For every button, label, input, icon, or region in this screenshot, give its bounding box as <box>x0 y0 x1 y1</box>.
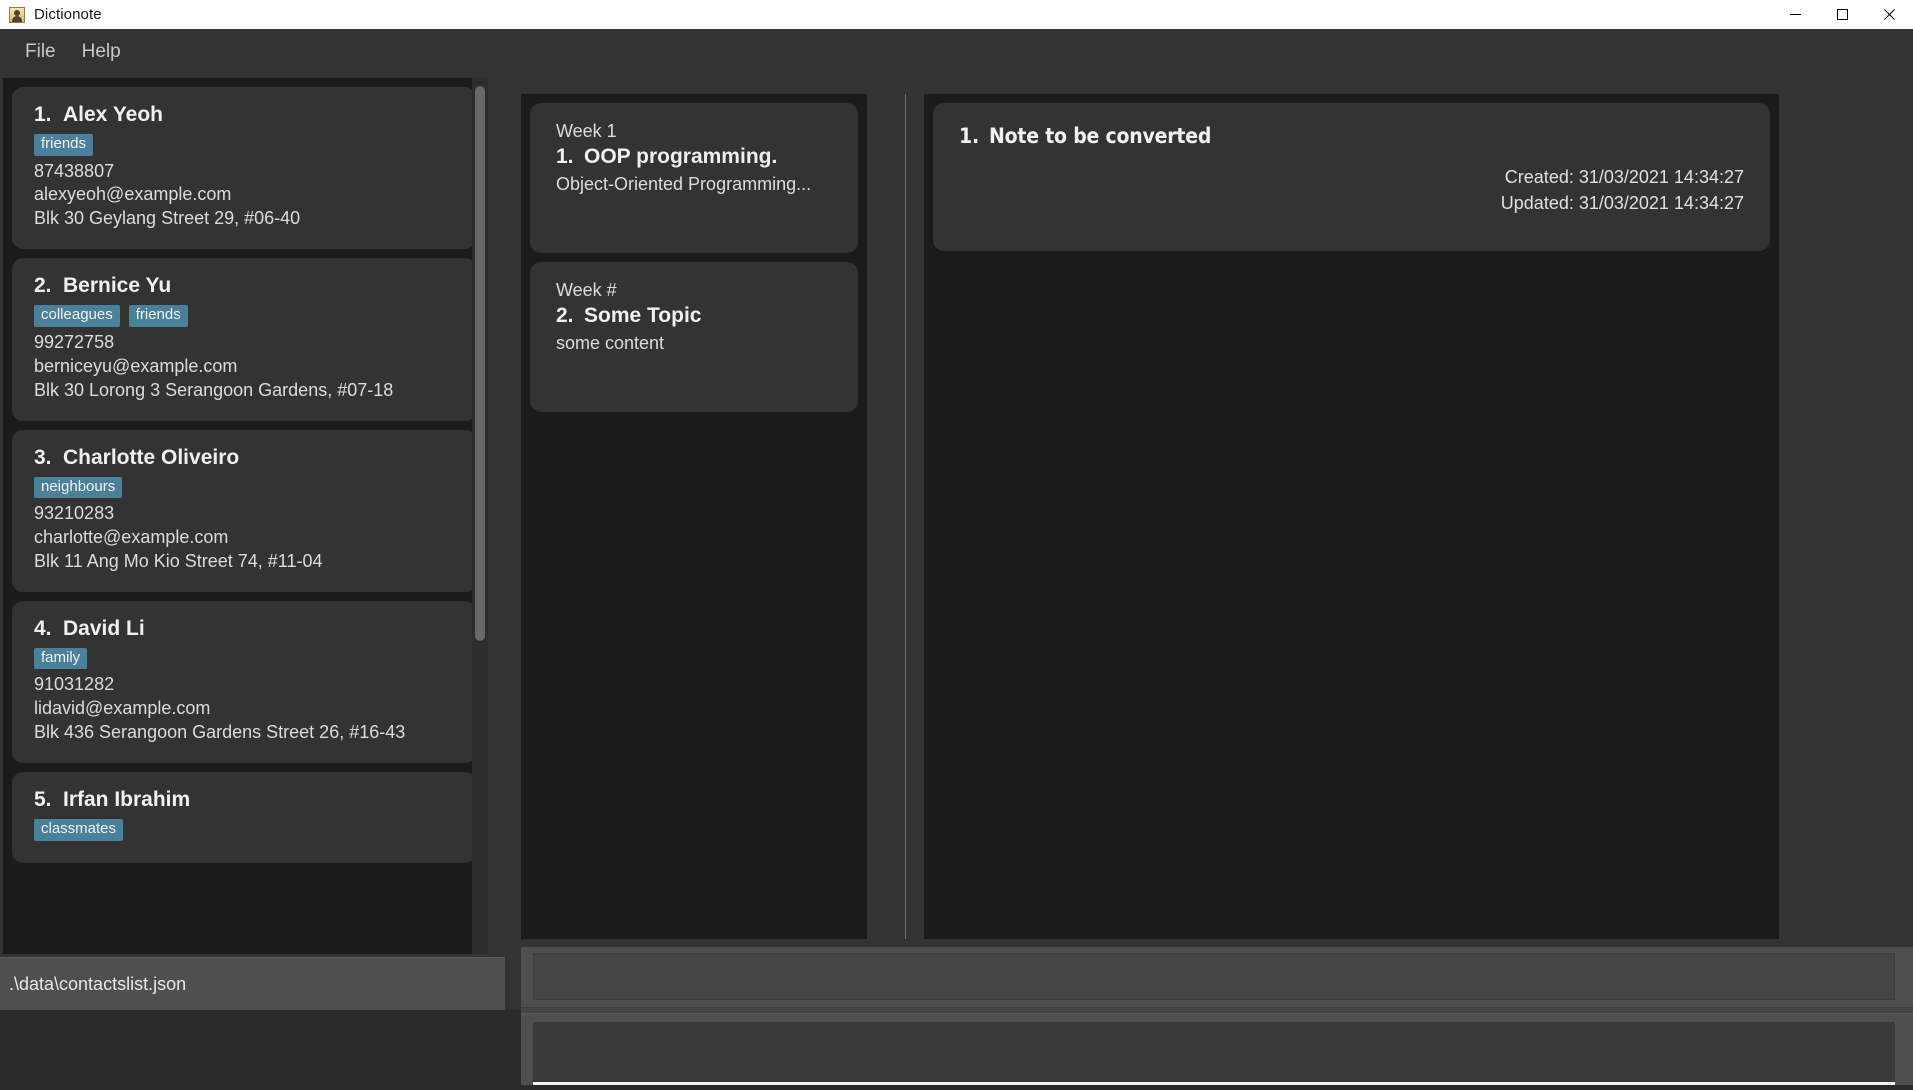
contact-name-row: 2. Bernice Yu <box>34 274 454 298</box>
contact-card[interactable]: 2. Bernice Yu colleagues friends 9927275… <box>12 258 476 421</box>
contact-phone: 99272758 <box>34 331 115 352</box>
contact-name: David Li <box>63 616 145 640</box>
converted-note-card[interactable]: 1. Note to be converted Created: 31/03/2… <box>933 103 1770 251</box>
command-separator <box>521 1007 1913 1014</box>
contact-address: Blk 436 Serangoon Gardens Street 26, #16… <box>34 722 406 743</box>
contact-card[interactable]: 4. David Li family 91031282 lidavid@exam… <box>12 600 476 764</box>
contact-name-row: 1. Alex Yeoh <box>34 103 454 127</box>
contact-email: lidavid@example.com <box>34 698 211 719</box>
contact-tags: colleagues friends <box>34 305 454 327</box>
contact-name-row: 5. Irfan Ibrahim <box>34 788 454 812</box>
contact-index: 3. <box>34 445 52 469</box>
contact-card[interactable]: 3. Charlotte Oliveiro neighbours 9321028… <box>12 429 476 592</box>
tag-badge: family <box>34 647 88 670</box>
command-area <box>521 947 1913 1085</box>
contact-card-icon <box>9 6 25 23</box>
note-title: OOP programming. <box>584 145 778 168</box>
contacts-list[interactable]: 1. Alex Yeoh friends 87438807 alexyeoh@e… <box>3 78 485 954</box>
statusbar: .\data\contactslist.json <box>0 957 505 1010</box>
main-content: 1. Alex Yeoh friends 87438807 alexyeoh@e… <box>0 75 1913 1085</box>
converted-note-title-row: 1. Note to be converted <box>959 124 1744 148</box>
scrollbar-thumb[interactable] <box>475 86 485 641</box>
menu-item-help[interactable]: Help <box>69 38 134 66</box>
updated-timestamp: Updated: 31/03/2021 14:34:27 <box>1500 193 1744 214</box>
contact-address: Blk 30 Geylang Street 29, #06-40 <box>34 208 301 229</box>
note-card[interactable]: Week # 2. Some Topic some content <box>530 262 858 412</box>
panel-divider <box>905 94 906 939</box>
tag-badge: neighbours <box>34 476 123 499</box>
converted-note-meta: Created: 31/03/2021 14:34:27 Updated: 31… <box>959 164 1744 216</box>
minimize-icon[interactable] <box>1772 0 1819 29</box>
converted-note-index: 1. <box>959 124 979 148</box>
contact-name-row: 4. David Li <box>34 617 454 641</box>
contact-tags: neighbours <box>34 476 454 499</box>
created-timestamp: Created: 31/03/2021 14:34:27 <box>1504 167 1744 187</box>
contact-name: Irfan Ibrahim <box>63 788 191 812</box>
contact-phone: 87438807 <box>34 160 115 181</box>
window-controls <box>1772 0 1913 29</box>
window-title: Dictionote <box>34 6 102 23</box>
tag-badge: friends <box>128 305 188 327</box>
note-title-row: 2. Some Topic <box>556 304 832 328</box>
note-card[interactable]: Week 1 1. OOP programming. Object-Orient… <box>530 103 858 253</box>
tag-badge: classmates <box>34 819 124 841</box>
data-file-path: .\data\contactslist.json <box>9 973 187 994</box>
contact-index: 2. <box>34 274 52 298</box>
contact-name: Bernice Yu <box>63 274 172 298</box>
contact-email: charlotte@example.com <box>34 527 229 548</box>
command-input-row <box>521 1014 1913 1085</box>
contact-phone: 91031282 <box>34 674 115 695</box>
result-display-row <box>521 947 1913 1007</box>
menubar: File Help <box>0 29 1913 75</box>
menu-item-file[interactable]: File <box>12 38 69 66</box>
contact-tags: friends <box>34 134 454 156</box>
command-input-box[interactable] <box>533 1022 1895 1085</box>
notes-panel[interactable]: Week 1 1. OOP programming. Object-Orient… <box>521 94 867 939</box>
note-title: Some Topic <box>584 304 702 327</box>
note-index: 2. <box>556 304 574 327</box>
contact-name-row: 3. Charlotte Oliveiro <box>34 446 454 470</box>
note-content: some content <box>556 333 665 353</box>
note-title-row: 1. OOP programming. <box>556 145 832 169</box>
tag-badge: friends <box>34 134 94 156</box>
note-week: Week # <box>556 280 617 300</box>
contact-address: Blk 11 Ang Mo Kio Street 74, #11-04 <box>34 551 323 571</box>
contact-index: 4. <box>34 616 52 640</box>
window-titlebar: Dictionote <box>0 0 1913 29</box>
contact-card[interactable]: 5. Irfan Ibrahim classmates <box>12 772 476 863</box>
contact-index: 5. <box>34 788 52 812</box>
contact-name: Charlotte Oliveiro <box>63 445 240 469</box>
close-icon[interactable] <box>1866 0 1913 29</box>
note-content: Object-Oriented Programming... <box>556 174 812 194</box>
contact-index: 1. <box>34 103 52 126</box>
contact-card[interactable]: 1. Alex Yeoh friends 87438807 alexyeoh@e… <box>12 87 476 250</box>
contact-tags: classmates <box>34 819 454 841</box>
contact-name: Alex Yeoh <box>63 103 163 126</box>
converted-note-panel[interactable]: 1. Note to be converted Created: 31/03/2… <box>924 94 1779 939</box>
contact-email: berniceyu@example.com <box>34 355 238 376</box>
note-week: Week 1 <box>556 121 617 141</box>
contacts-scrollbar[interactable] <box>472 78 488 954</box>
contacts-panel: 1. Alex Yeoh friends 87438807 alexyeoh@e… <box>0 75 505 957</box>
contact-email: alexyeoh@example.com <box>34 184 232 205</box>
maximize-icon[interactable] <box>1819 0 1866 29</box>
contact-address: Blk 30 Lorong 3 Serangoon Gardens, #07-1… <box>34 379 394 400</box>
contact-phone: 93210283 <box>34 503 115 524</box>
converted-note-title: Note to be converted <box>989 124 1212 148</box>
result-display-box[interactable] <box>533 953 1895 1000</box>
note-index: 1. <box>556 145 574 168</box>
contact-tags: family <box>34 647 454 670</box>
tag-badge: colleagues <box>34 305 120 327</box>
